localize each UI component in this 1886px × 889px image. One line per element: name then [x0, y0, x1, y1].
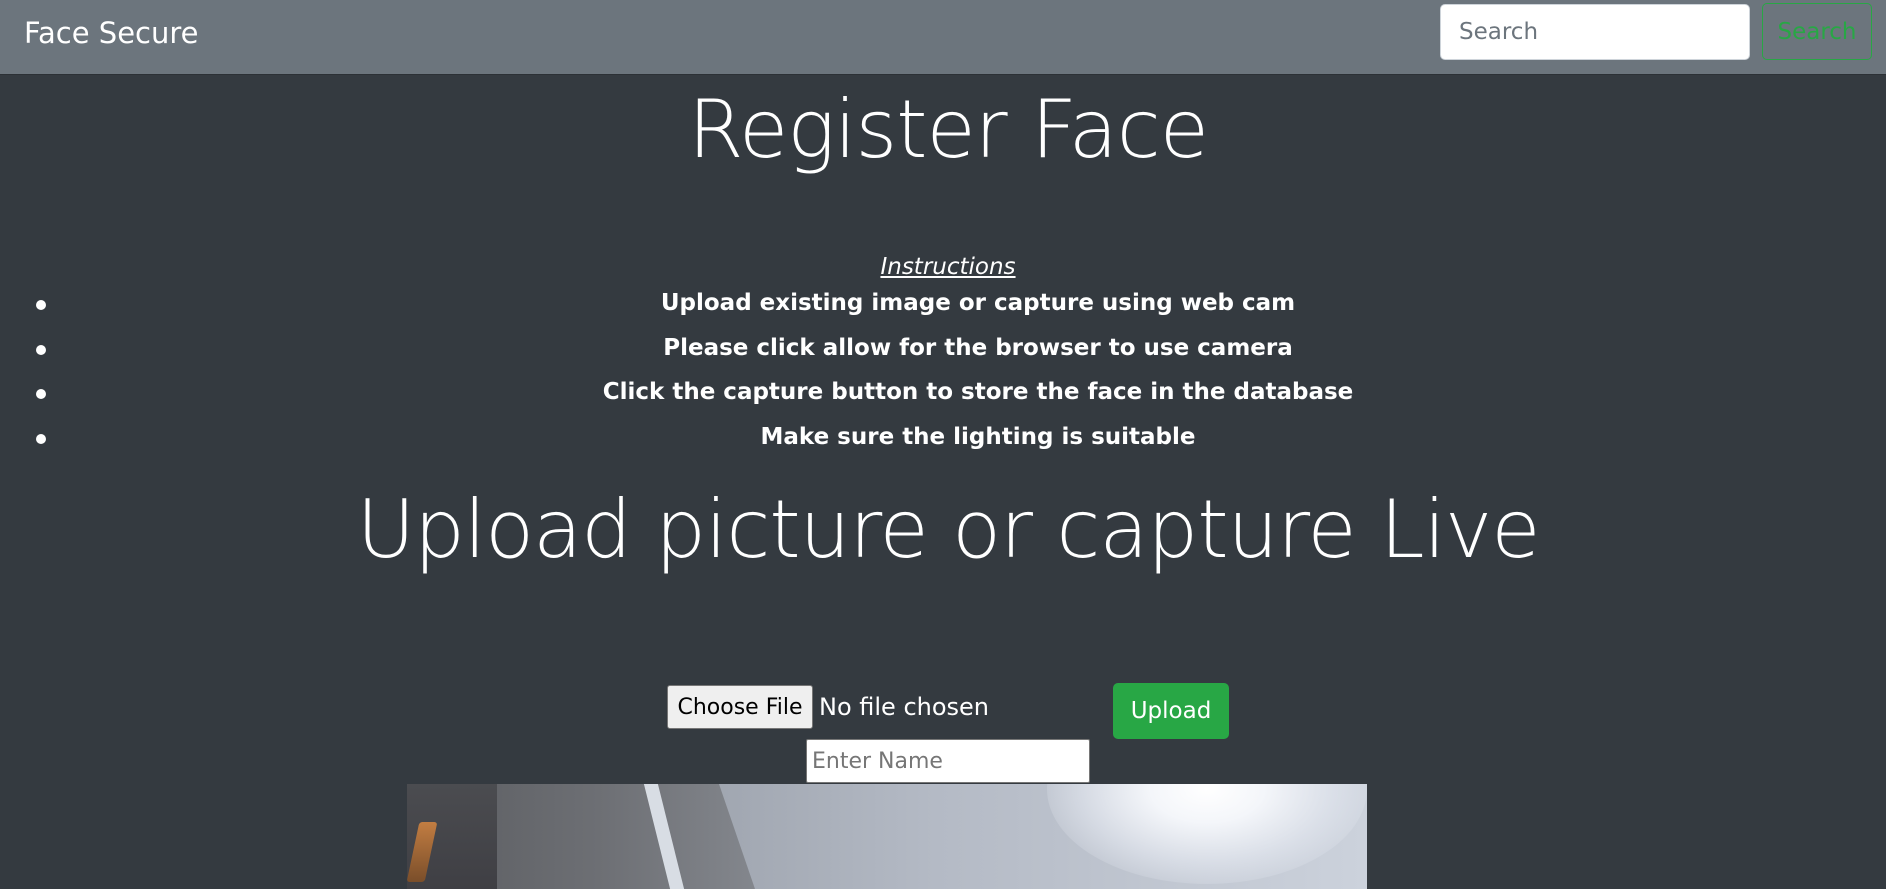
instructions-heading: Instructions	[880, 254, 1016, 280]
instruction-text: Make sure the lighting is suitable	[760, 423, 1196, 450]
bullet-icon	[36, 433, 46, 444]
page-title: Register Face	[688, 83, 1209, 176]
name-input[interactable]	[806, 739, 1090, 783]
list-item: Upload existing image or capture using w…	[0, 285, 1886, 330]
list-item: Make sure the lighting is suitable	[0, 419, 1886, 464]
webcam-preview	[407, 784, 1367, 889]
instructions-list: Upload existing image or capture using w…	[0, 285, 1886, 463]
webcam-beam	[643, 784, 685, 889]
brand-link[interactable]: Face Secure	[24, 15, 199, 51]
list-item: Please click allow for the browser to us…	[0, 330, 1886, 375]
navbar: Face Secure Search	[0, 0, 1886, 74]
bullet-icon	[36, 344, 46, 355]
instruction-text: Please click allow for the browser to us…	[663, 334, 1293, 361]
bullet-icon	[36, 389, 46, 399]
search-button[interactable]: Search	[1762, 3, 1872, 60]
bullet-icon	[36, 300, 46, 310]
instruction-text: Click the capture button to store the fa…	[602, 379, 1354, 405]
file-status-text: No file chosen	[819, 693, 990, 721]
instruction-text: Upload existing image or capture using w…	[660, 290, 1296, 316]
upload-button[interactable]: Upload	[1113, 683, 1229, 739]
section-title: Upload picture or capture Live	[356, 483, 1541, 576]
choose-file-button[interactable]: Choose File	[667, 685, 813, 729]
search-input[interactable]	[1440, 4, 1750, 60]
list-item: Click the capture button to store the fa…	[0, 374, 1886, 419]
